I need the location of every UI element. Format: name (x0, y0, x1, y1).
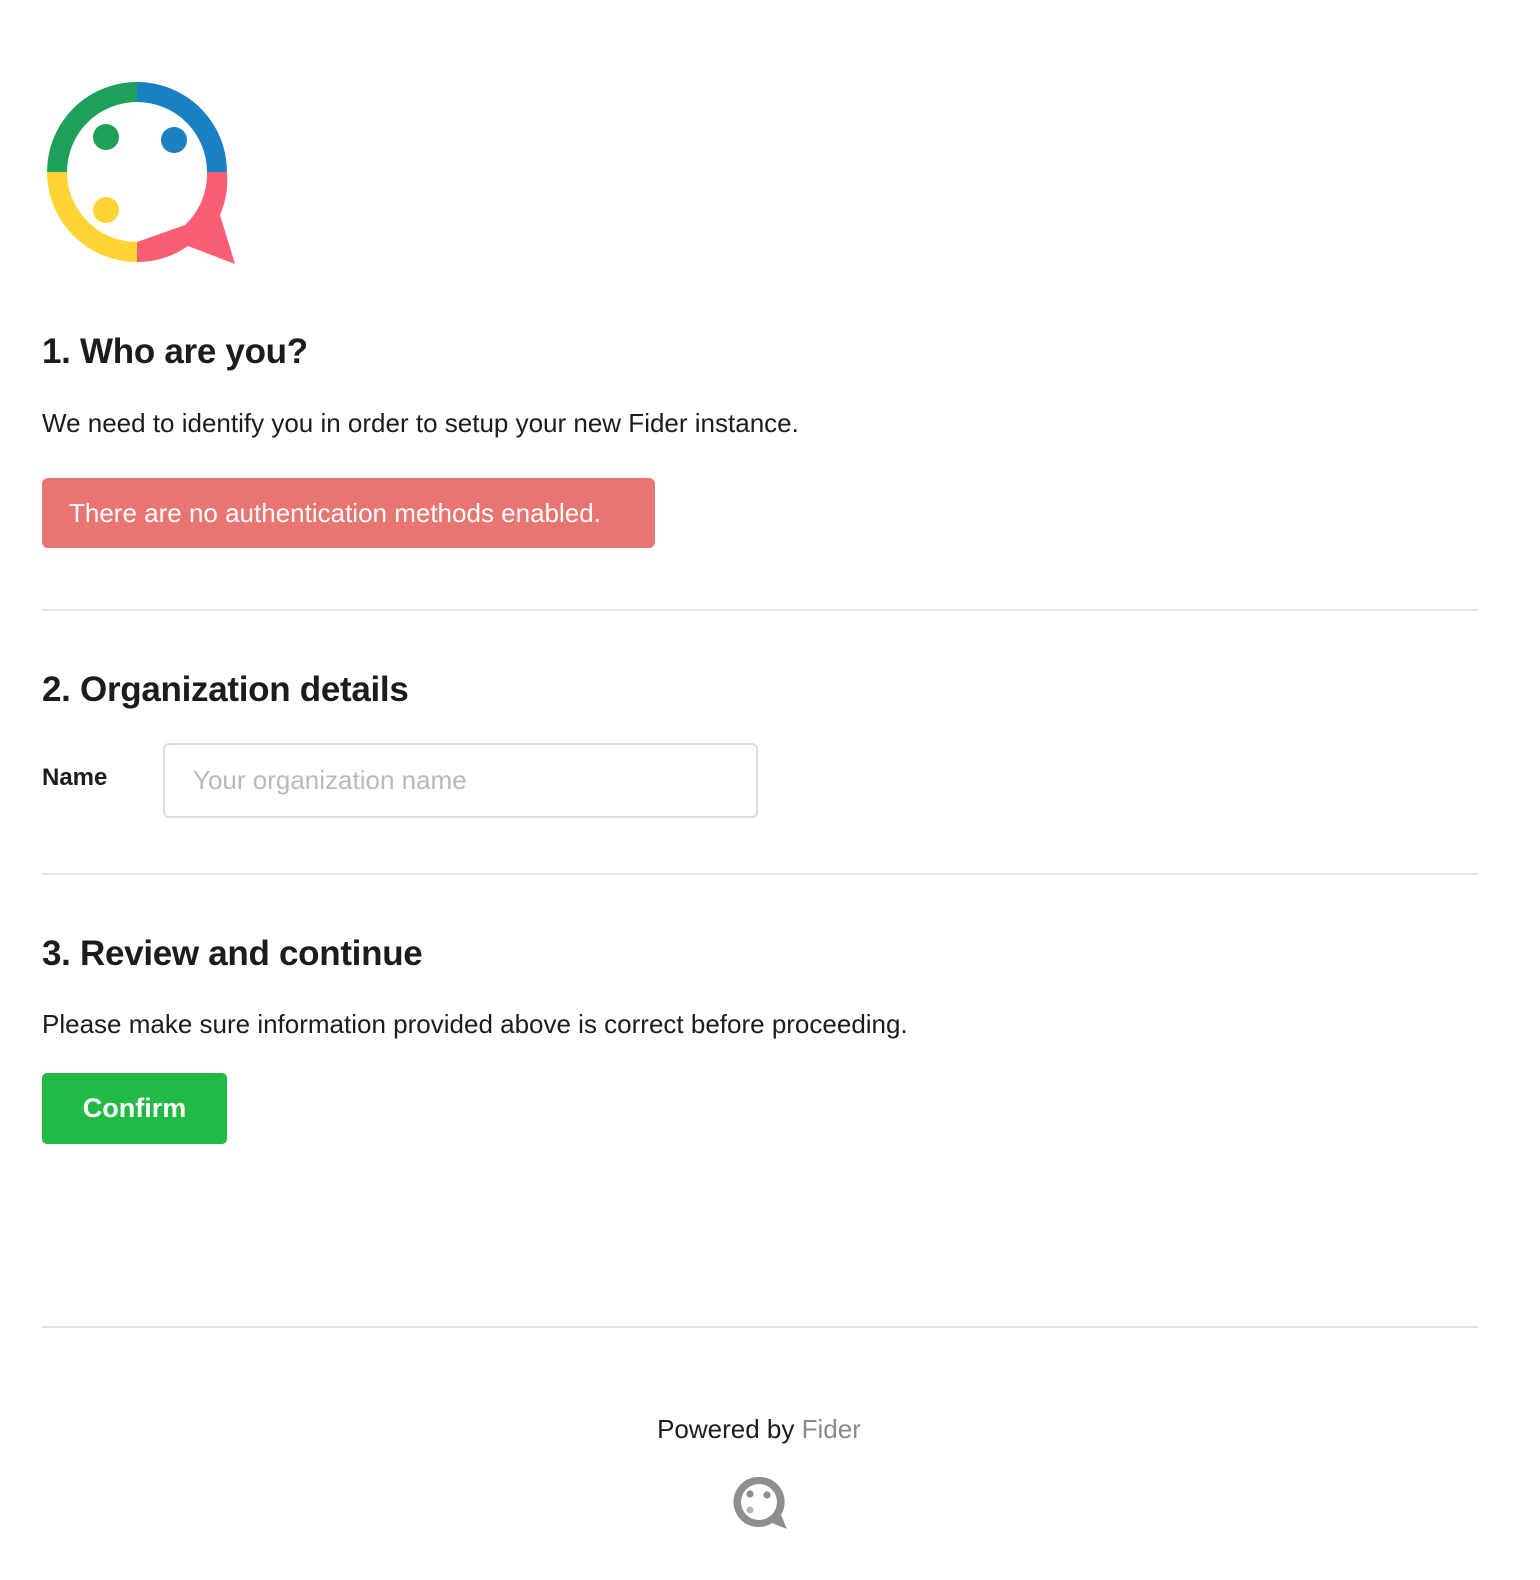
divider-2 (42, 873, 1478, 875)
fider-footer-logo-icon[interactable] (730, 1474, 790, 1532)
step1-description: We need to identify you in order to setu… (42, 408, 799, 438)
organization-name-input[interactable] (163, 743, 758, 818)
auth-error-message: There are no authentication methods enab… (42, 478, 655, 548)
divider-1 (42, 609, 1478, 611)
fider-logo-icon (47, 82, 235, 264)
step1-title: 1. Who are you? (42, 332, 308, 371)
fider-brand-link[interactable]: Fider (802, 1414, 861, 1444)
step3-description: Please make sure information provided ab… (42, 1009, 908, 1039)
confirm-button[interactable]: Confirm (42, 1073, 227, 1144)
step2-title: 2. Organization details (42, 670, 409, 709)
name-label: Name (42, 764, 108, 791)
footer: Powered by Fider (0, 1414, 1518, 1445)
footer-divider (42, 1326, 1478, 1328)
powered-by-text: Powered by (657, 1414, 795, 1444)
step3-title: 3. Review and continue (42, 934, 423, 973)
